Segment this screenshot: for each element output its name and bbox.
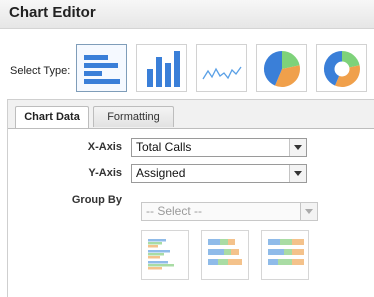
x-axis-select[interactable]: Total Calls: [131, 138, 307, 157]
x-axis-value: Total Calls: [136, 140, 192, 154]
tab-chart-data[interactable]: Chart Data: [15, 106, 89, 128]
group-by-label: Group By: [71, 194, 122, 206]
full-stacked-bars-icon: [268, 239, 304, 265]
group-layout-stacked-button[interactable]: [201, 230, 249, 280]
group-by-select[interactable]: -- Select --: [141, 202, 318, 221]
chevron-down-icon[interactable]: [300, 203, 317, 220]
grouped-bars-icon: [148, 239, 174, 270]
horizontal-bar-chart-icon: [84, 55, 120, 84]
group-by-value: -- Select --: [146, 204, 203, 218]
group-layout-grouped-button[interactable]: [141, 230, 189, 280]
stacked-bars-icon: [208, 239, 242, 265]
group-layout-full-stacked-button[interactable]: [261, 230, 309, 280]
vertical-bar-chart-icon: [147, 51, 180, 87]
chevron-down-icon[interactable]: [289, 139, 306, 156]
title-bar: Chart Editor: [0, 0, 374, 29]
x-axis-label: X-Axis: [87, 141, 122, 153]
chart-type-line-button[interactable]: [196, 44, 247, 92]
chart-type-horizontal-bar-button[interactable]: [76, 44, 127, 92]
y-axis-value: Assigned: [136, 166, 186, 180]
tab-formatting[interactable]: Formatting: [93, 106, 174, 127]
chart-type-vertical-bar-button[interactable]: [136, 44, 187, 92]
chart-type-donut-button[interactable]: [316, 44, 367, 92]
donut-chart-icon: [323, 50, 360, 88]
chart-type-pie-button[interactable]: [256, 44, 307, 92]
dialog-title: Chart Editor: [9, 4, 96, 21]
select-type-label: Select Type:: [10, 65, 71, 77]
pie-chart-icon: [263, 50, 300, 88]
y-axis-label: Y-Axis: [88, 167, 122, 179]
chevron-down-icon[interactable]: [289, 165, 306, 182]
line-chart-icon: [202, 66, 242, 80]
y-axis-select[interactable]: Assigned: [131, 164, 307, 183]
